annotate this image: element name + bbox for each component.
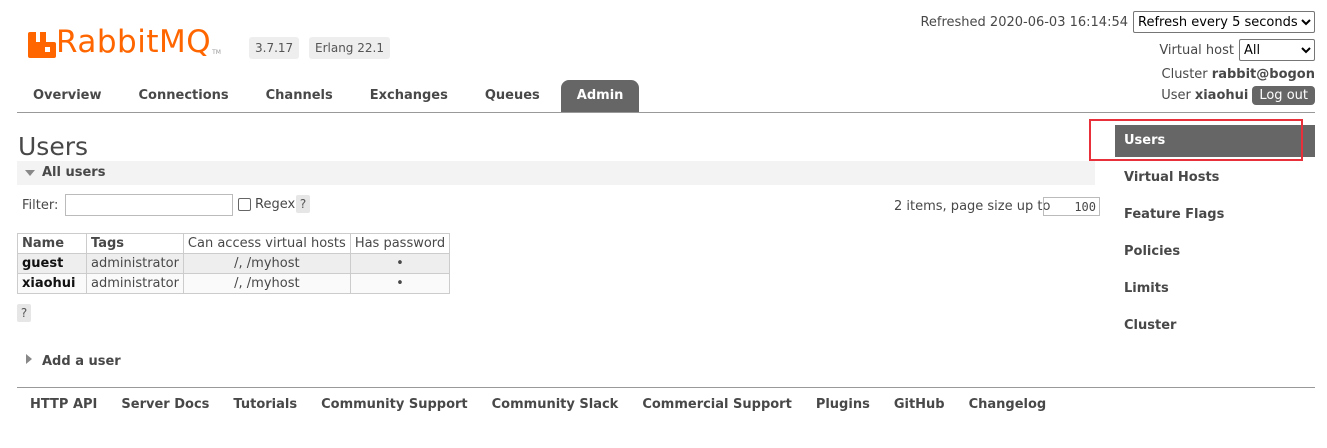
cluster-row: Cluster rabbit@bogon: [1162, 67, 1316, 82]
header-tags[interactable]: Tags: [86, 233, 184, 254]
tab-overview[interactable]: Overview: [17, 80, 118, 112]
user-tags: administrator: [86, 253, 184, 274]
footer-link-server-docs[interactable]: Server Docs: [121, 397, 209, 412]
table-help-icon[interactable]: ?: [17, 304, 31, 322]
sidebar-item-feature-flags[interactable]: Feature Flags: [1115, 198, 1315, 235]
all-users-section-header[interactable]: All users: [17, 161, 1095, 185]
table-row: xiaohui administrator /, /myhost •: [17, 273, 451, 294]
tab-admin[interactable]: Admin: [560, 80, 640, 112]
user-label: User: [1161, 88, 1191, 103]
footer-link-community-slack[interactable]: Community Slack: [492, 397, 619, 412]
header-name[interactable]: Name: [17, 233, 87, 254]
footer-links: HTTP API Server Docs Tutorials Community…: [30, 397, 1070, 412]
tab-queues[interactable]: Queues: [469, 80, 556, 112]
logout-button[interactable]: Log out: [1252, 86, 1315, 105]
sidebar-item-cluster[interactable]: Cluster: [1115, 309, 1315, 346]
user-name-link[interactable]: guest: [17, 253, 87, 274]
filter-label: Filter:: [22, 198, 59, 213]
vhost-select[interactable]: All: [1239, 39, 1315, 61]
footer-link-commercial-support[interactable]: Commercial Support: [642, 397, 792, 412]
main-tabs: Overview Connections Channels Exchanges …: [17, 80, 644, 112]
table-header-row: Name Tags Can access virtual hosts Has p…: [17, 233, 451, 254]
regex-label: Regex: [255, 197, 296, 212]
footer-link-tutorials[interactable]: Tutorials: [233, 397, 297, 412]
footer-link-github[interactable]: GitHub: [894, 397, 945, 412]
version-badge: 3.7.17: [249, 37, 300, 59]
refreshed-text: Refreshed 2020-06-03 16:14:54: [920, 14, 1128, 30]
tab-channels[interactable]: Channels: [250, 80, 349, 112]
sidebar-item-users[interactable]: Users: [1115, 125, 1315, 157]
footer-link-plugins[interactable]: Plugins: [816, 397, 870, 412]
admin-sidebar: Users Virtual Hosts Feature Flags Polici…: [1115, 125, 1315, 346]
cluster-name: rabbit@bogon: [1211, 67, 1315, 82]
vhost-row: Virtual host All: [1159, 39, 1315, 61]
user-vhosts: /, /myhost: [182, 273, 351, 294]
header-vhosts[interactable]: Can access virtual hosts: [182, 233, 351, 254]
header-has-password[interactable]: Has password: [349, 233, 451, 254]
user-tags: administrator: [86, 273, 184, 294]
refresh-interval-select[interactable]: Refresh every 5 seconds: [1133, 11, 1315, 33]
page-size-input[interactable]: 100: [1043, 197, 1100, 216]
erlang-badge: Erlang 22.1: [309, 37, 390, 59]
add-user-section-header[interactable]: Add a user: [26, 354, 121, 369]
collapse-triangle-icon: [25, 170, 35, 176]
user-has-password: •: [349, 253, 451, 274]
vhost-label: Virtual host: [1159, 42, 1234, 58]
sidebar-item-virtual-hosts[interactable]: Virtual Hosts: [1115, 161, 1315, 198]
footer-link-community-support[interactable]: Community Support: [321, 397, 468, 412]
tab-exchanges[interactable]: Exchanges: [354, 80, 464, 112]
footer-divider: [17, 387, 1315, 388]
sidebar-item-policies[interactable]: Policies: [1115, 235, 1315, 272]
regex-checkbox[interactable]: [238, 198, 251, 211]
cluster-label: Cluster: [1161, 67, 1208, 82]
all-users-label: All users: [42, 165, 106, 180]
pagination-text: 2 items, page size up to: [894, 199, 1051, 214]
page-title: Users: [18, 132, 89, 161]
tab-connections[interactable]: Connections: [123, 80, 245, 112]
refresh-row: Refreshed 2020-06-03 16:14:54 Refresh ev…: [920, 11, 1315, 33]
expand-triangle-icon: [26, 354, 32, 364]
user-has-password: •: [349, 273, 451, 294]
users-table: Name Tags Can access virtual hosts Has p…: [17, 233, 451, 294]
user-name: xiaohui: [1194, 88, 1249, 103]
footer-link-changelog[interactable]: Changelog: [969, 397, 1047, 412]
rabbitmq-logo-icon: [28, 32, 56, 58]
filter-input[interactable]: [65, 194, 233, 216]
logo-wordmark: RabbitMQ: [56, 24, 212, 60]
user-name-link[interactable]: xiaohui: [17, 273, 87, 294]
rabbitmq-logo[interactable]: RabbitMQ TM: [28, 20, 221, 58]
footer-link-http-api[interactable]: HTTP API: [30, 397, 97, 412]
regex-help-icon[interactable]: ?: [296, 195, 310, 213]
user-row: User xiaohui Log out: [1161, 86, 1315, 105]
table-row: guest administrator /, /myhost •: [17, 253, 451, 274]
user-vhosts: /, /myhost: [182, 253, 351, 274]
add-user-label: Add a user: [42, 354, 121, 369]
logo-trademark: TM: [212, 49, 221, 56]
tabs-divider: [17, 112, 1315, 113]
sidebar-item-limits[interactable]: Limits: [1115, 272, 1315, 309]
